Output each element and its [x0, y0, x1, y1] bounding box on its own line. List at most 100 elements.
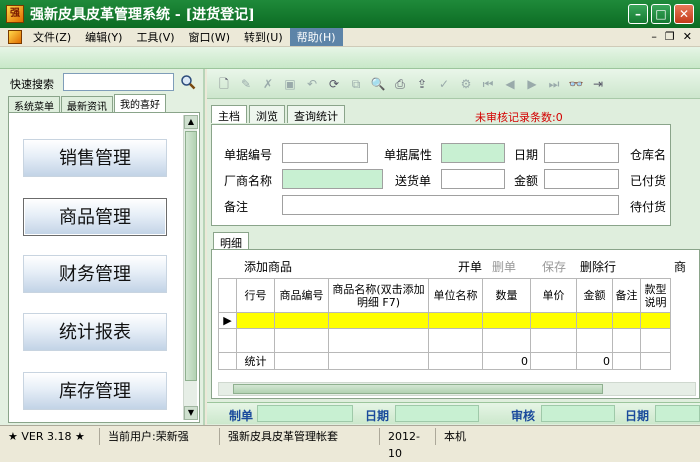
col-product-name[interactable]: 商品名称(双击添加明细 F7)	[328, 278, 429, 313]
amount-field[interactable]	[544, 169, 619, 189]
save-icon[interactable]: ▣	[281, 75, 299, 93]
col-remark[interactable]: 备注	[612, 278, 641, 313]
statistics-report-button[interactable]: 统计报表	[23, 313, 167, 351]
new-doc-icon[interactable]: 🗋	[215, 75, 233, 93]
doc-attr-field[interactable]	[441, 143, 505, 163]
last-record-icon[interactable]: ⏭	[545, 75, 563, 93]
table-row[interactable]: ▶	[218, 312, 671, 329]
preview-icon[interactable]: 🔍	[369, 75, 387, 93]
scroll-thumb[interactable]	[185, 131, 197, 381]
minimize-icon[interactable]: –	[628, 4, 648, 24]
cell[interactable]	[328, 312, 429, 329]
app-menu-icon[interactable]	[8, 30, 22, 44]
tab-detail[interactable]: 明细	[213, 232, 249, 250]
detail-table: 行号 商品编号 商品名称(双击添加明细 F7) 单位名称 数量 单价 金额 备注…	[218, 278, 671, 370]
export-icon[interactable]: ⇪	[413, 75, 431, 93]
hscroll-thumb[interactable]	[233, 384, 603, 394]
maker-field[interactable]	[257, 405, 353, 422]
tab-system-menu[interactable]: 系统菜单	[8, 96, 60, 113]
menu-goto[interactable]: 转到(U)	[237, 28, 290, 46]
app-logo-icon: 强	[6, 5, 24, 23]
footer-date-label: 日期	[365, 409, 390, 423]
tab-latest-news[interactable]: 最新资讯	[61, 96, 113, 113]
edit-icon[interactable]: ✎	[237, 75, 255, 93]
tab-my-favorites[interactable]: 我的喜好	[114, 94, 166, 112]
left-scrollbar[interactable]: ▲ ▼	[183, 115, 198, 420]
scroll-down-icon[interactable]: ▼	[184, 406, 198, 420]
menu-window[interactable]: 窗口(W)	[182, 28, 237, 46]
vendor-field[interactable]	[282, 169, 383, 189]
exit-icon[interactable]: ⇥	[589, 75, 607, 93]
settings-icon[interactable]: ⚙	[457, 75, 475, 93]
col-product-code[interactable]: 商品编号	[274, 278, 329, 313]
sales-management-button[interactable]: 销售管理	[23, 139, 167, 177]
scroll-up-icon[interactable]: ▲	[184, 115, 198, 129]
remark-field[interactable]	[282, 195, 619, 215]
refresh-icon[interactable]: ⟳	[325, 75, 343, 93]
col-amount[interactable]: 金额	[576, 278, 613, 313]
total-amount: 0	[576, 352, 613, 370]
next-record-icon[interactable]: ▶	[523, 75, 541, 93]
open-bill-button[interactable]: 开单	[458, 258, 482, 275]
col-unit[interactable]: 单位名称	[428, 278, 483, 313]
mdi-minimize-icon[interactable]: –	[651, 30, 657, 43]
col-row-no[interactable]: 行号	[236, 278, 275, 313]
delete-icon[interactable]: ✗	[259, 75, 277, 93]
close-icon[interactable]: ✕	[674, 4, 694, 24]
menu-edit[interactable]: 编辑(Y)	[78, 28, 129, 46]
mdi-close-icon[interactable]: ✕	[683, 30, 692, 43]
cell[interactable]	[274, 312, 329, 329]
main-toolbar: 🗋 ✎ ✗ ▣ ↶ ⟳ ⧉ 🔍 ⎙ ⇪ ✓ ⚙ ⏮ ◀ ▶ ⏭ 👓 ⇥	[207, 69, 700, 99]
footer-date-field[interactable]	[395, 405, 479, 422]
check-icon[interactable]: ✓	[435, 75, 453, 93]
delete-row-button[interactable]: 删除行	[580, 258, 616, 275]
cell[interactable]	[576, 312, 613, 329]
add-product-button[interactable]: 添加商品	[244, 258, 292, 275]
maximize-icon[interactable]: □	[651, 4, 671, 24]
tab-browse[interactable]: 浏览	[249, 105, 285, 123]
status-account: 强新皮具皮革管理帐套	[220, 427, 380, 445]
paid-label: 已付货	[630, 174, 667, 188]
cell[interactable]	[428, 312, 483, 329]
col-qty[interactable]: 数量	[482, 278, 531, 313]
window-title: 强新皮具皮革管理系统 - [进货登记]	[30, 7, 255, 23]
finance-management-button[interactable]: 财务管理	[23, 255, 167, 293]
delete-bill-button[interactable]: 删单	[492, 258, 516, 275]
col-style[interactable]: 款型说明	[640, 278, 671, 313]
delivery-field[interactable]	[441, 169, 505, 189]
tab-query-stats[interactable]: 查询统计	[287, 105, 345, 123]
total-qty: 0	[482, 352, 531, 370]
review-field[interactable]	[541, 405, 615, 422]
row-indicator-header	[218, 278, 237, 313]
find-icon[interactable]: 👓	[567, 75, 585, 93]
prev-record-icon[interactable]: ◀	[501, 75, 519, 93]
inventory-management-button[interactable]: 库存管理	[23, 372, 167, 410]
menu-help[interactable]: 帮助(H)	[289, 28, 343, 46]
undo-icon[interactable]: ↶	[303, 75, 321, 93]
tab-master[interactable]: 主档	[211, 105, 247, 123]
cell[interactable]	[482, 312, 531, 329]
status-machine: 本机	[444, 429, 466, 443]
first-record-icon[interactable]: ⏮	[479, 75, 497, 93]
grid-hscrollbar[interactable]	[218, 382, 696, 396]
date-field[interactable]	[544, 143, 619, 163]
mdi-restore-icon[interactable]: ❐	[665, 30, 675, 43]
product-management-button[interactable]: 商品管理	[23, 198, 167, 236]
cell[interactable]	[236, 312, 275, 329]
print-icon[interactable]: ⎙	[391, 75, 409, 93]
cell[interactable]	[640, 312, 671, 329]
cell[interactable]	[530, 312, 577, 329]
col-price[interactable]: 单价	[530, 278, 577, 313]
search-icon[interactable]	[180, 74, 196, 90]
copy-icon[interactable]: ⧉	[347, 75, 365, 93]
quick-search-input[interactable]	[63, 73, 174, 91]
doc-no-field[interactable]	[282, 143, 368, 163]
cell[interactable]	[612, 312, 641, 329]
product-extra-button[interactable]: 商	[674, 258, 686, 275]
save-button[interactable]: 保存	[542, 258, 566, 275]
left-tabs: 系统菜单 最新资讯 我的喜好	[8, 94, 167, 113]
footer-date2-field[interactable]	[655, 405, 700, 422]
total-row: 统计 0 0	[218, 352, 671, 370]
menu-tools[interactable]: 工具(V)	[129, 28, 181, 46]
menu-file[interactable]: 文件(Z)	[26, 28, 78, 46]
